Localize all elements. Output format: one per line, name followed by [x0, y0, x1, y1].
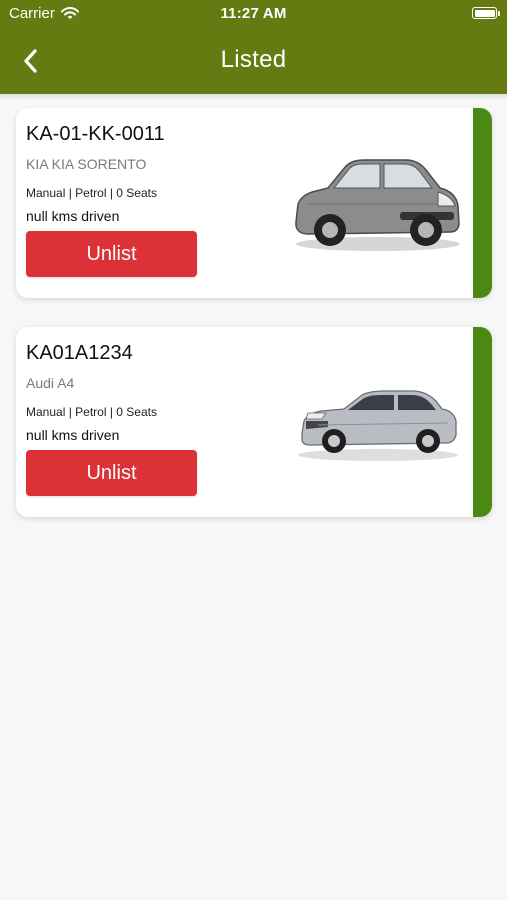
battery-level: [474, 9, 495, 17]
car-model: Audi A4: [26, 375, 75, 391]
car-image: [288, 148, 464, 258]
kms-driven: null kms driven: [26, 208, 120, 224]
listing-card[interactable]: KA-01-KK-0011 KIA KIA SORENTO Manual | P…: [16, 108, 492, 298]
status-accent-bar: [473, 108, 492, 298]
car-model: KIA KIA SORENTO: [26, 156, 147, 172]
unlist-button[interactable]: Unlist: [26, 231, 197, 277]
listing-card[interactable]: KA01A1234 Audi A4 Manual | Petrol | 0 Se…: [16, 327, 492, 517]
car-image: [288, 367, 464, 477]
status-accent-bar: [473, 327, 492, 517]
status-bar: Carrier 11:27 AM: [0, 0, 507, 28]
page-title: Listed: [220, 46, 287, 73]
kms-driven: null kms driven: [26, 427, 120, 443]
registration-number: KA01A1234: [26, 342, 133, 364]
car-specs: Manual | Petrol | 0 Seats: [26, 186, 157, 200]
navigation-header: Carrier 11:27 AM Listed: [0, 0, 507, 94]
header-shadow: [0, 94, 507, 100]
registration-number: KA-01-KK-0011: [26, 123, 165, 145]
car-specs: Manual | Petrol | 0 Seats: [26, 405, 157, 419]
battery-icon: [472, 7, 500, 19]
unlist-button[interactable]: Unlist: [26, 450, 197, 496]
listing-list: KA-01-KK-0011 KIA KIA SORENTO Manual | P…: [16, 108, 492, 546]
status-time: 11:27 AM: [220, 5, 287, 22]
